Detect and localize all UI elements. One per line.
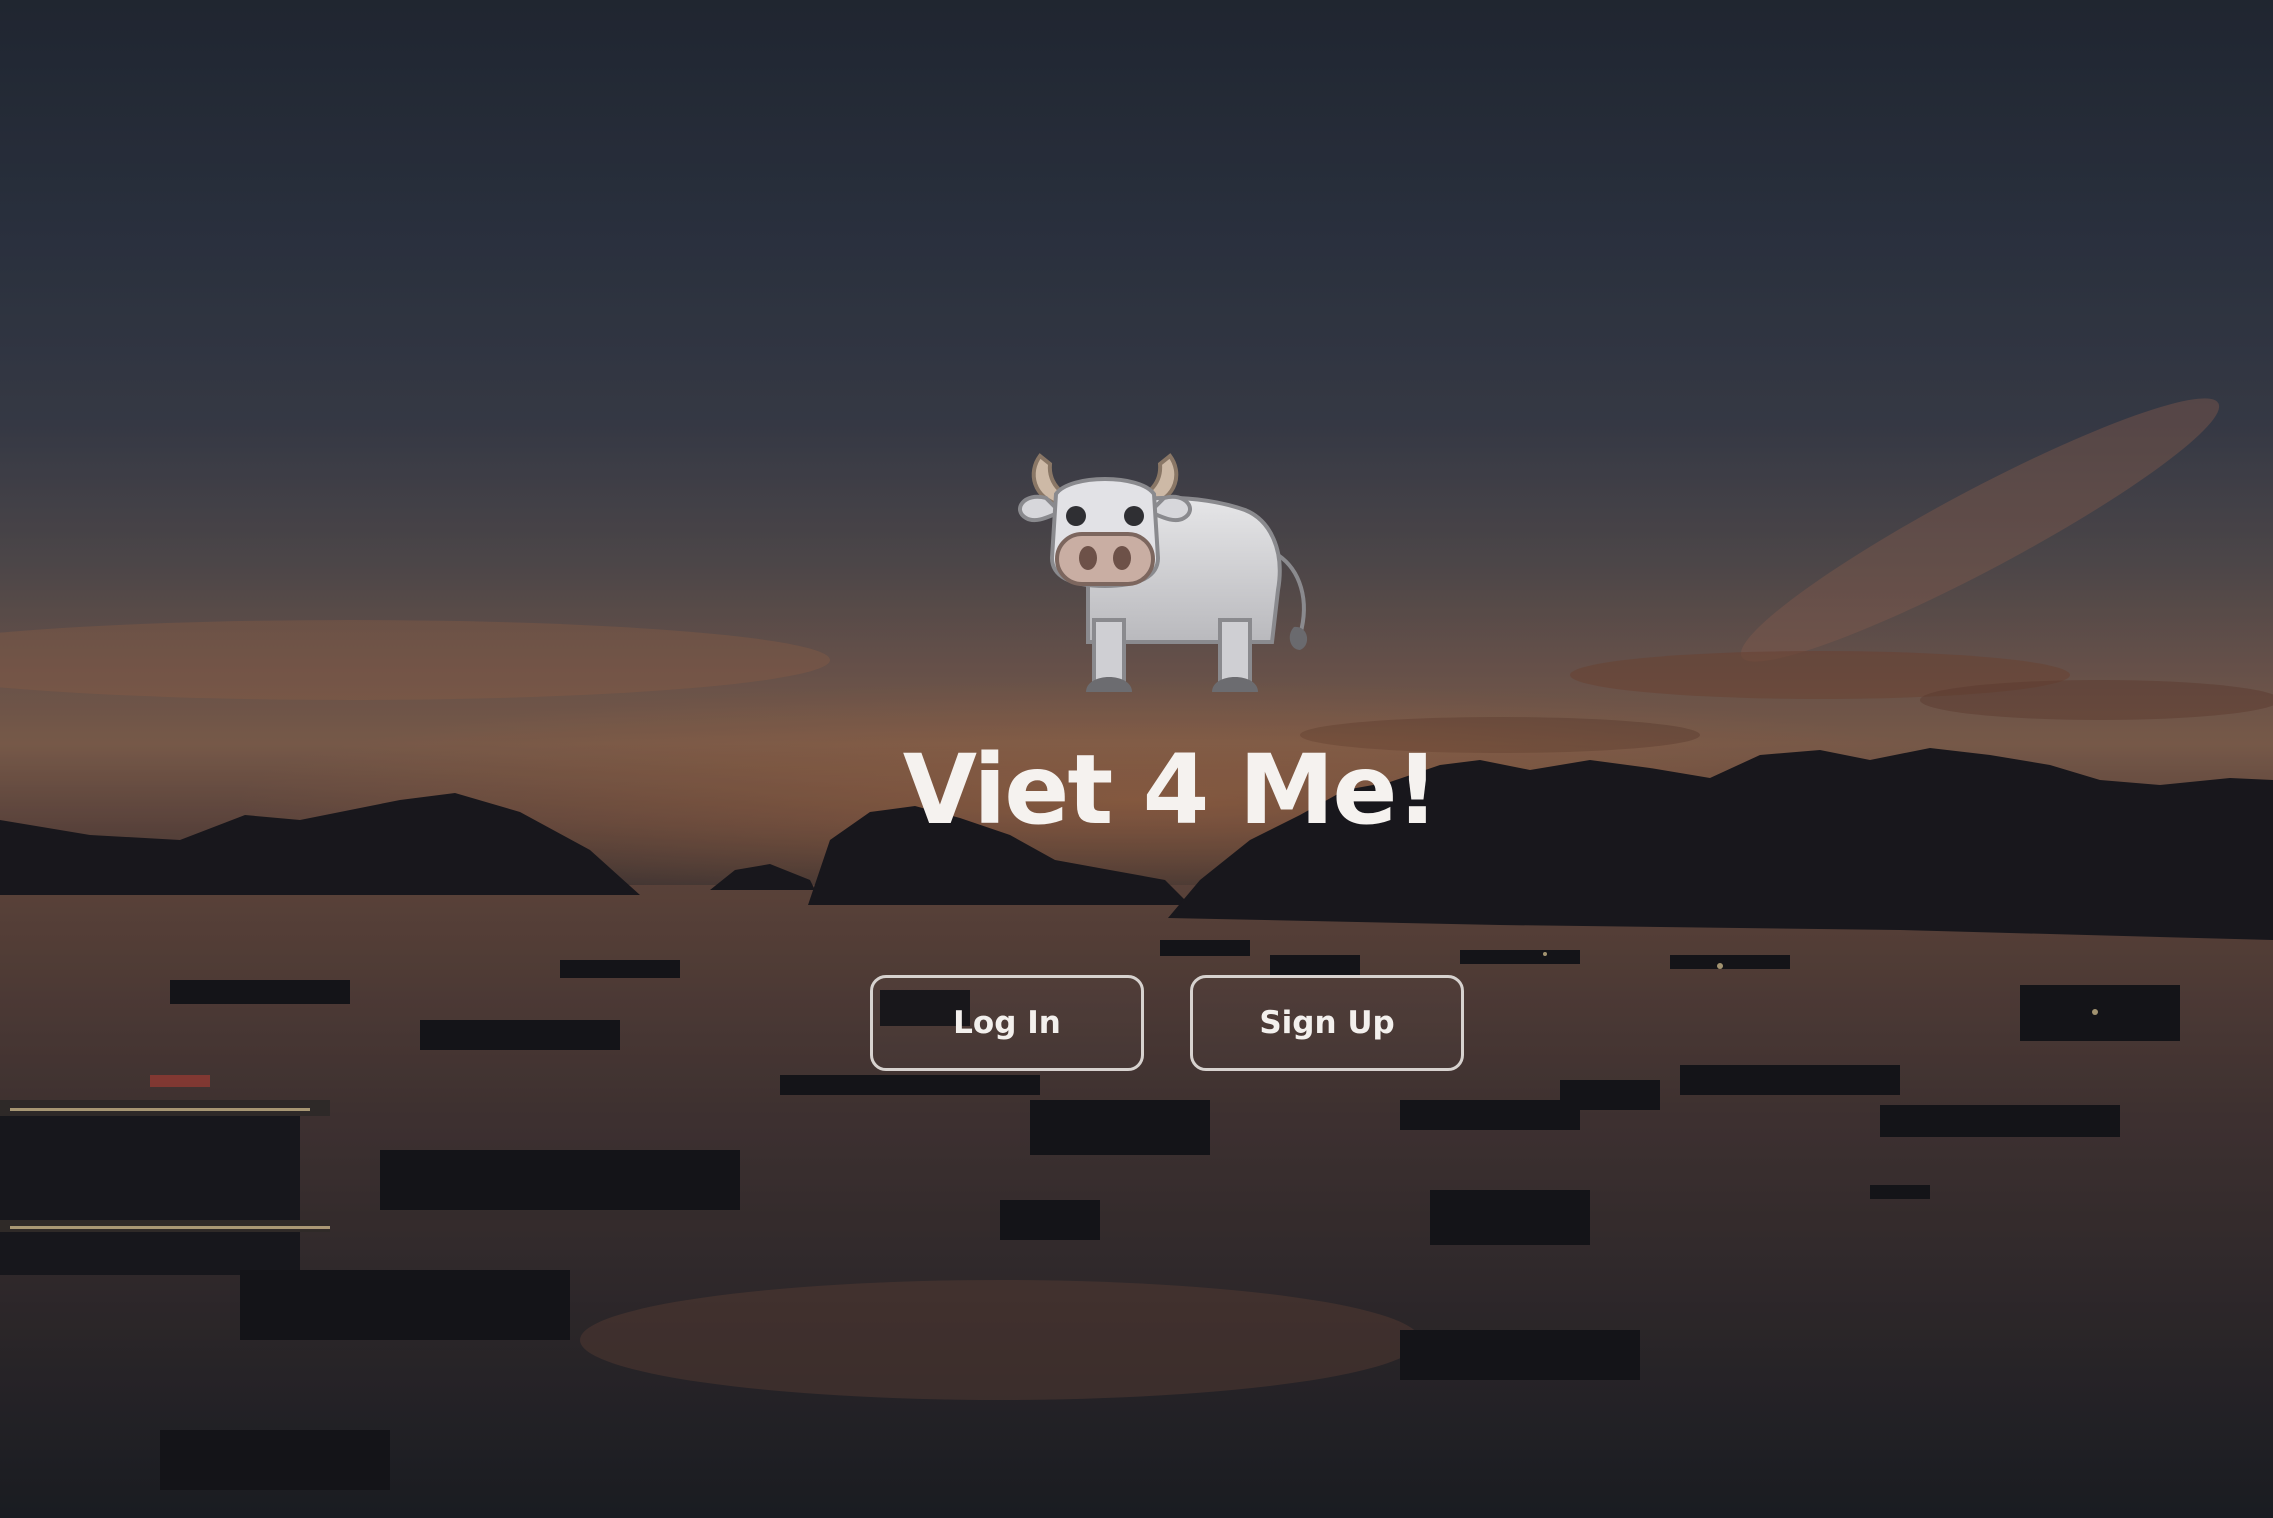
app-title: Viet 4 Me! (902, 734, 1440, 846)
landing-page: Viet 4 Me! Log In Sign Up (0, 0, 2273, 1518)
water-buffalo-icon (1018, 453, 1308, 692)
login-button[interactable]: Log In (870, 975, 1144, 1071)
hero-section: Viet 4 Me! Log In Sign Up (0, 0, 2273, 1518)
signup-button[interactable]: Sign Up (1190, 975, 1464, 1071)
